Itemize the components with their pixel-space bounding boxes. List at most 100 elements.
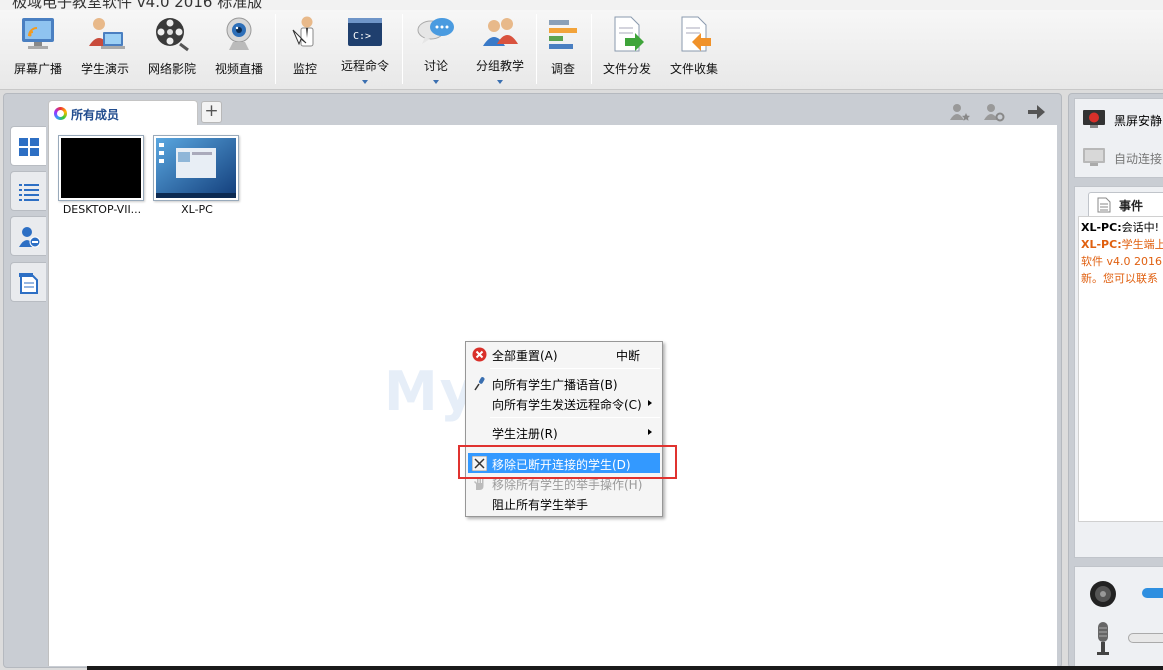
file-collect-icon bbox=[681, 16, 711, 52]
window-title: 极域电子教室软件 v4.0 2016 标准版 bbox=[12, 0, 263, 10]
toolbar-label: 屏幕广播 bbox=[13, 62, 62, 76]
file-distribute-button[interactable]: 文件分发 bbox=[597, 10, 657, 90]
monitor-person-icon bbox=[292, 16, 314, 47]
microphone-volume-slider[interactable] bbox=[1128, 633, 1163, 643]
arrow-right-icon[interactable] bbox=[1025, 102, 1047, 122]
menu-item-label: 阻止所有学生举手 bbox=[492, 498, 589, 512]
user-star-icon[interactable] bbox=[949, 102, 971, 122]
list-icon bbox=[19, 184, 39, 201]
file-collect-button[interactable]: 文件收集 bbox=[664, 10, 724, 90]
add-tab-button[interactable]: + bbox=[201, 101, 222, 123]
blackscreen-label: 黑屏安静 bbox=[1114, 114, 1163, 128]
submenu-arrow-icon bbox=[648, 429, 652, 435]
red-stop-icon bbox=[472, 347, 487, 362]
event-source: XL-PC: bbox=[1081, 238, 1122, 251]
student-screen-thumbnail bbox=[58, 135, 144, 201]
remote-command-button[interactable]: C:> 远程命令 bbox=[334, 10, 396, 90]
toolbar-label: 网络影院 bbox=[147, 62, 196, 76]
toolbar-label: 监控 bbox=[292, 62, 317, 76]
student-name: DESKTOP-VII... bbox=[62, 203, 142, 216]
tab-events[interactable]: 事件 bbox=[1088, 192, 1163, 217]
network-cinema-button[interactable]: 网络影院 bbox=[142, 10, 202, 90]
screen-broadcast-icon bbox=[22, 18, 54, 49]
event-line: 软件 v4.0 2016 bbox=[1081, 255, 1162, 268]
taskbar-edge bbox=[87, 666, 1163, 670]
toolbar-separator bbox=[402, 14, 403, 84]
event-line: XL-PC:会话中! bbox=[1081, 219, 1163, 236]
menu-item-block-hand-raise[interactable]: 阻止所有学生举手 bbox=[468, 493, 660, 513]
event-line: 新。您可以联系 bbox=[1081, 272, 1158, 285]
document-tab[interactable] bbox=[10, 262, 46, 302]
chevron-down-icon[interactable] bbox=[362, 80, 368, 84]
student-tile[interactable]: XL-PC bbox=[153, 135, 241, 216]
survey-bars-icon bbox=[549, 20, 577, 49]
webcam-icon bbox=[226, 17, 252, 50]
tab-label: 所有成员 bbox=[71, 108, 120, 122]
student-demo-button[interactable]: 学生演示 bbox=[75, 10, 135, 90]
group-teaching-button[interactable]: 分组教学 bbox=[470, 10, 530, 90]
toolbar-label: 调查 bbox=[550, 62, 575, 76]
menu-item-reset-all[interactable]: 全部重置(A) 中断 bbox=[468, 344, 660, 364]
discussion-button[interactable]: 讨论 bbox=[406, 10, 466, 90]
toolbar-label: 讨论 bbox=[423, 59, 448, 73]
list-view-tab[interactable] bbox=[10, 171, 46, 211]
menu-item-label: 学生注册(R) bbox=[492, 427, 558, 441]
title-bar: 极域电子教室软件 v4.0 2016 标准版 bbox=[0, 0, 1163, 10]
file-send-icon bbox=[614, 16, 644, 52]
group-people-icon bbox=[483, 18, 518, 46]
monitor-button[interactable]: 监控 bbox=[282, 10, 328, 90]
survey-button[interactable]: 调查 bbox=[540, 10, 586, 90]
menu-separator bbox=[490, 368, 660, 369]
toolbar-separator bbox=[536, 14, 537, 84]
student-screen bbox=[156, 138, 236, 198]
student-screen bbox=[61, 138, 141, 198]
events-log: XL-PC:会话中! XL-PC:学生端上 软件 v4.0 2016 新。您可以… bbox=[1078, 216, 1163, 522]
grid-icon bbox=[19, 138, 39, 156]
blackscreen-button[interactable]: 黑屏安静 bbox=[1082, 107, 1163, 131]
autoconnect-monitor-icon bbox=[1083, 148, 1105, 166]
event-line: XL-PC:学生端上 bbox=[1081, 236, 1163, 253]
toolbar-label: 视频直播 bbox=[214, 62, 263, 76]
menu-item-label: 全部重置(A) bbox=[492, 349, 558, 363]
thumbnail-view-tab[interactable] bbox=[10, 126, 46, 166]
student-name: XL-PC bbox=[181, 203, 213, 216]
user-minus-icon bbox=[19, 227, 40, 248]
chevron-down-icon[interactable] bbox=[433, 80, 439, 84]
menu-item-broadcast-voice[interactable]: 向所有学生广播语音(B) bbox=[468, 373, 660, 393]
student-demo-icon bbox=[89, 18, 125, 49]
menu-item-label: 向所有学生发送远程命令(C) bbox=[492, 398, 642, 412]
chevron-down-icon[interactable] bbox=[497, 80, 503, 84]
event-source: XL-PC: bbox=[1081, 221, 1122, 234]
screen-broadcast-button[interactable]: 屏幕广播 bbox=[8, 10, 68, 90]
toolbar-label: 学生演示 bbox=[80, 62, 129, 76]
microphone-icon bbox=[474, 377, 485, 391]
user-remove-tab[interactable] bbox=[10, 216, 46, 256]
menu-item-shortcut: 中断 bbox=[615, 349, 640, 363]
event-text: 会话中! bbox=[1121, 221, 1160, 234]
autoconnect-label: 自动连接 bbox=[1114, 152, 1163, 166]
chat-bubbles-icon bbox=[417, 18, 454, 44]
tab-all-members[interactable]: 所有成员 bbox=[48, 100, 198, 126]
speaker-icon[interactable] bbox=[1088, 578, 1118, 610]
context-menu: 全部重置(A) 中断 向所有学生广播语音(B) 向所有学生发送远程命令(C) 学… bbox=[465, 341, 663, 517]
video-live-button[interactable]: 视频直播 bbox=[209, 10, 269, 90]
user-settings-icon[interactable] bbox=[983, 102, 1005, 122]
document-icon bbox=[1097, 197, 1111, 213]
menu-item-send-remote-command[interactable]: 向所有学生发送远程命令(C) bbox=[468, 393, 660, 413]
menu-item-label: 向所有学生广播语音(B) bbox=[492, 378, 618, 392]
speaker-volume-slider[interactable] bbox=[1142, 588, 1163, 598]
microphone-icon[interactable] bbox=[1092, 620, 1114, 658]
toolbar-label: 分组教学 bbox=[475, 59, 524, 73]
menu-item-student-register[interactable]: 学生注册(R) bbox=[468, 422, 660, 442]
autoconnect-button[interactable]: 自动连接 bbox=[1082, 145, 1163, 169]
toolbar-separator bbox=[275, 14, 276, 84]
menu-separator bbox=[490, 417, 660, 418]
main-toolbar: 屏幕广播 学生演示 网络影院 视频直播 监控 C:> 远程命令 讨论 分组教学 … bbox=[0, 10, 1163, 90]
command-prompt-text: C:> bbox=[353, 31, 371, 42]
toolbar-label: 远程命令 bbox=[340, 59, 389, 73]
blackscreen-monitor-icon bbox=[1083, 110, 1105, 128]
student-tile[interactable]: DESKTOP-VII... bbox=[58, 135, 146, 216]
student-screen-thumbnail bbox=[153, 135, 239, 201]
toolbar-label: 文件收集 bbox=[669, 62, 718, 76]
event-text: 学生端上 bbox=[1121, 238, 1163, 251]
